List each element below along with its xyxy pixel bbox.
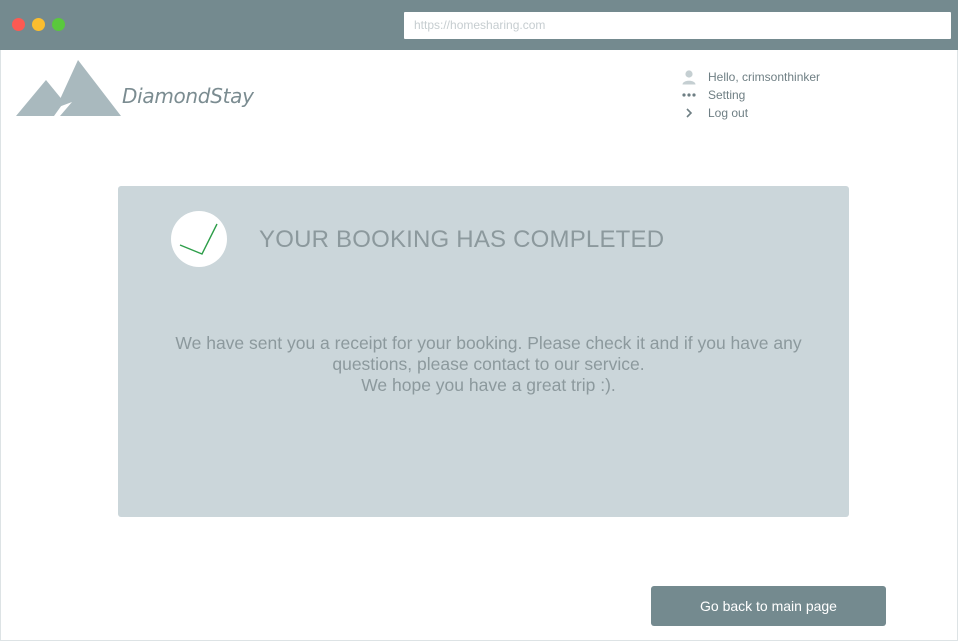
brand-name[interactable]: DiamondStay <box>122 84 254 108</box>
checkmark-icon <box>179 223 218 255</box>
menu-item-setting[interactable]: Setting <box>680 86 880 104</box>
message-line: We have sent you a receipt for your book… <box>175 333 802 353</box>
booking-confirmation-panel: YOUR BOOKING HAS COMPLETED We have sent … <box>118 186 849 517</box>
more-dots-icon <box>680 86 698 104</box>
setting-label: Setting <box>708 88 746 102</box>
user-icon <box>680 68 698 86</box>
maximize-window-button[interactable] <box>52 18 65 31</box>
confirmation-title: YOUR BOOKING HAS COMPLETED <box>259 226 665 253</box>
confirmation-message: We have sent you a receipt for your book… <box>148 333 829 396</box>
address-bar[interactable]: https://homesharing.com <box>404 12 951 39</box>
message-line: We hope you have a great trip :). <box>361 375 616 395</box>
greeting-label: Hello, crimsonthinker <box>708 70 821 84</box>
logout-label: Log out <box>708 106 749 120</box>
chevron-right-icon <box>680 104 698 122</box>
message-line: questions, please contact to our service… <box>332 354 645 374</box>
menu-item-logout[interactable]: Log out <box>680 104 880 122</box>
check-badge <box>171 211 227 267</box>
user-menu: Hello, crimsonthinker Setting Log out <box>680 68 880 122</box>
mountain-logo-icon[interactable] <box>16 58 122 118</box>
minimize-window-button[interactable] <box>32 18 45 31</box>
close-window-button[interactable] <box>12 18 25 31</box>
back-to-main-page-button[interactable]: Go back to main page <box>651 586 886 626</box>
menu-item-greeting[interactable]: Hello, crimsonthinker <box>680 68 880 86</box>
browser-toolbar: https://homesharing.com <box>0 0 958 50</box>
